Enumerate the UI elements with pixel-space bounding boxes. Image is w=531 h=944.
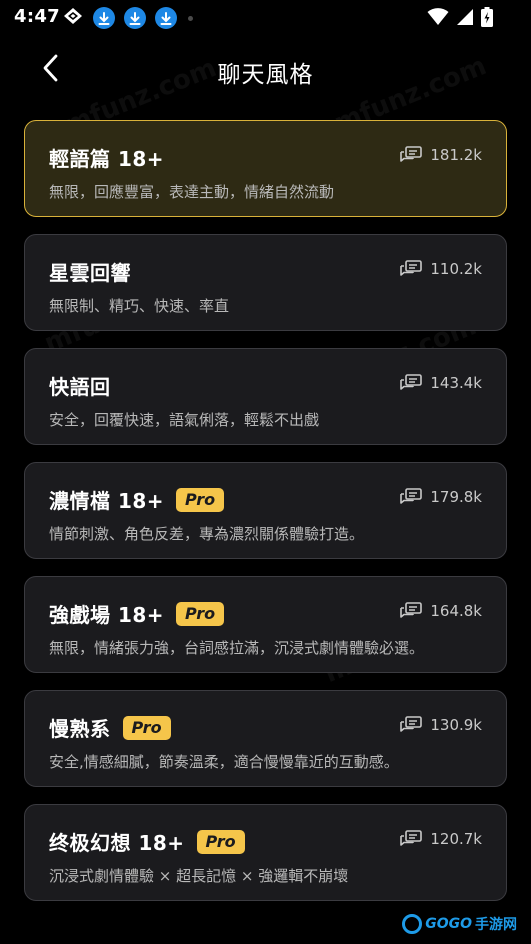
usage-count: 164.8k <box>400 602 482 620</box>
wifi-icon <box>427 8 449 30</box>
style-description: 無限制、精巧、快速、率直 <box>49 297 230 315</box>
usage-count: 143.4k <box>400 374 482 392</box>
brand-latin: GOGO <box>425 916 472 932</box>
usage-count: 181.2k <box>400 146 482 164</box>
style-description: 沉浸式劇情體驗 × 超長記憶 × 強邏輯不崩壞 <box>49 867 349 885</box>
style-title: 濃情檔 18+ <box>49 489 165 513</box>
style-card[interactable]: 慢熟系 Pro 130.9k 安全,情感細膩，節奏溫柔，適合慢慢靠近的互動感。 <box>24 690 507 787</box>
style-card[interactable]: 濃情檔 18+ Pro 179.8k 情節刺激、角色反差，專為濃烈關係體驗打造。 <box>24 462 507 559</box>
brand-logo: GOGO 手游网 <box>402 914 517 934</box>
status-bar: 4:47 <box>0 0 531 36</box>
status-time: 4:47 <box>14 6 60 27</box>
gesture-icon <box>62 7 84 29</box>
style-description: 安全,情感細膩，節奏溫柔，適合慢慢靠近的互動感。 <box>49 753 399 771</box>
style-title: 星雲回響 <box>49 261 131 285</box>
chat-icon <box>400 260 423 278</box>
pro-badge: Pro <box>196 829 245 854</box>
style-card[interactable]: 星雲回響 110.2k 無限制、精巧、快速、率直 <box>24 234 507 331</box>
style-description: 安全，回覆快速，語氣俐落，輕鬆不出戲 <box>49 411 320 429</box>
style-title: 強戲場 18+ <box>49 603 165 627</box>
usage-count-value: 110.2k <box>430 260 482 278</box>
pro-badge: Pro <box>176 601 225 626</box>
notification-icons <box>62 7 193 29</box>
usage-count: 130.9k <box>400 716 482 734</box>
header: 聊天風格 <box>0 44 531 98</box>
style-card[interactable]: 终极幻想 18+ Pro 120.7k 沉浸式劇情體驗 × 超長記憶 × 強邏輯… <box>24 804 507 901</box>
brand-cn: 手游网 <box>475 917 517 933</box>
style-title: 快語回 <box>49 375 111 399</box>
style-list: 輕語篇 18+ 181.2k 無限，回應豐富，表達主動，情緒自然流動 星雲回響 … <box>24 120 507 918</box>
usage-count: 120.7k <box>400 830 482 848</box>
usage-count: 110.2k <box>400 260 482 278</box>
download-icon <box>124 7 146 29</box>
chat-icon <box>400 146 423 164</box>
chat-icon <box>400 716 423 734</box>
style-title: 慢熟系 <box>49 717 111 741</box>
system-icons <box>427 7 493 31</box>
logo-ring-icon <box>402 914 423 934</box>
style-description: 情節刺激、角色反差，專為濃烈關係體驗打造。 <box>49 525 365 543</box>
notification-dot-icon <box>188 15 193 21</box>
style-description: 無限，回應豐富，表達主動，情緒自然流動 <box>49 183 335 201</box>
usage-count: 179.8k <box>400 488 482 506</box>
style-card[interactable]: 強戲場 18+ Pro 164.8k 無限，情緒張力強，台詞感拉滿，沉浸式劇情體… <box>24 576 507 673</box>
signal-icon <box>456 8 474 30</box>
usage-count-value: 143.4k <box>430 374 482 392</box>
page-title: 聊天風格 <box>217 62 314 88</box>
style-title: 终极幻想 18+ <box>49 831 185 855</box>
usage-count-value: 130.9k <box>430 716 482 734</box>
usage-count-value: 179.8k <box>430 488 482 506</box>
style-card[interactable]: 快語回 143.4k 安全，回覆快速，語氣俐落，輕鬆不出戲 <box>24 348 507 445</box>
battery-charging-icon <box>481 7 493 31</box>
style-card[interactable]: 輕語篇 18+ 181.2k 無限，回應豐富，表達主動，情緒自然流動 <box>24 120 507 217</box>
chat-icon <box>400 830 423 848</box>
chat-icon <box>400 488 423 506</box>
download-icon <box>93 7 115 29</box>
style-description: 無限，情緒張力強，台詞感拉滿，沉浸式劇情體驗必選。 <box>49 639 425 657</box>
usage-count-value: 164.8k <box>430 602 482 620</box>
download-icon <box>155 7 177 29</box>
chat-icon <box>400 374 423 392</box>
usage-count-value: 120.7k <box>430 830 482 848</box>
style-title: 輕語篇 18+ <box>49 147 165 171</box>
usage-count-value: 181.2k <box>430 146 482 164</box>
pro-badge: Pro <box>176 487 225 512</box>
pro-badge: Pro <box>122 715 171 740</box>
chat-icon <box>400 602 423 620</box>
